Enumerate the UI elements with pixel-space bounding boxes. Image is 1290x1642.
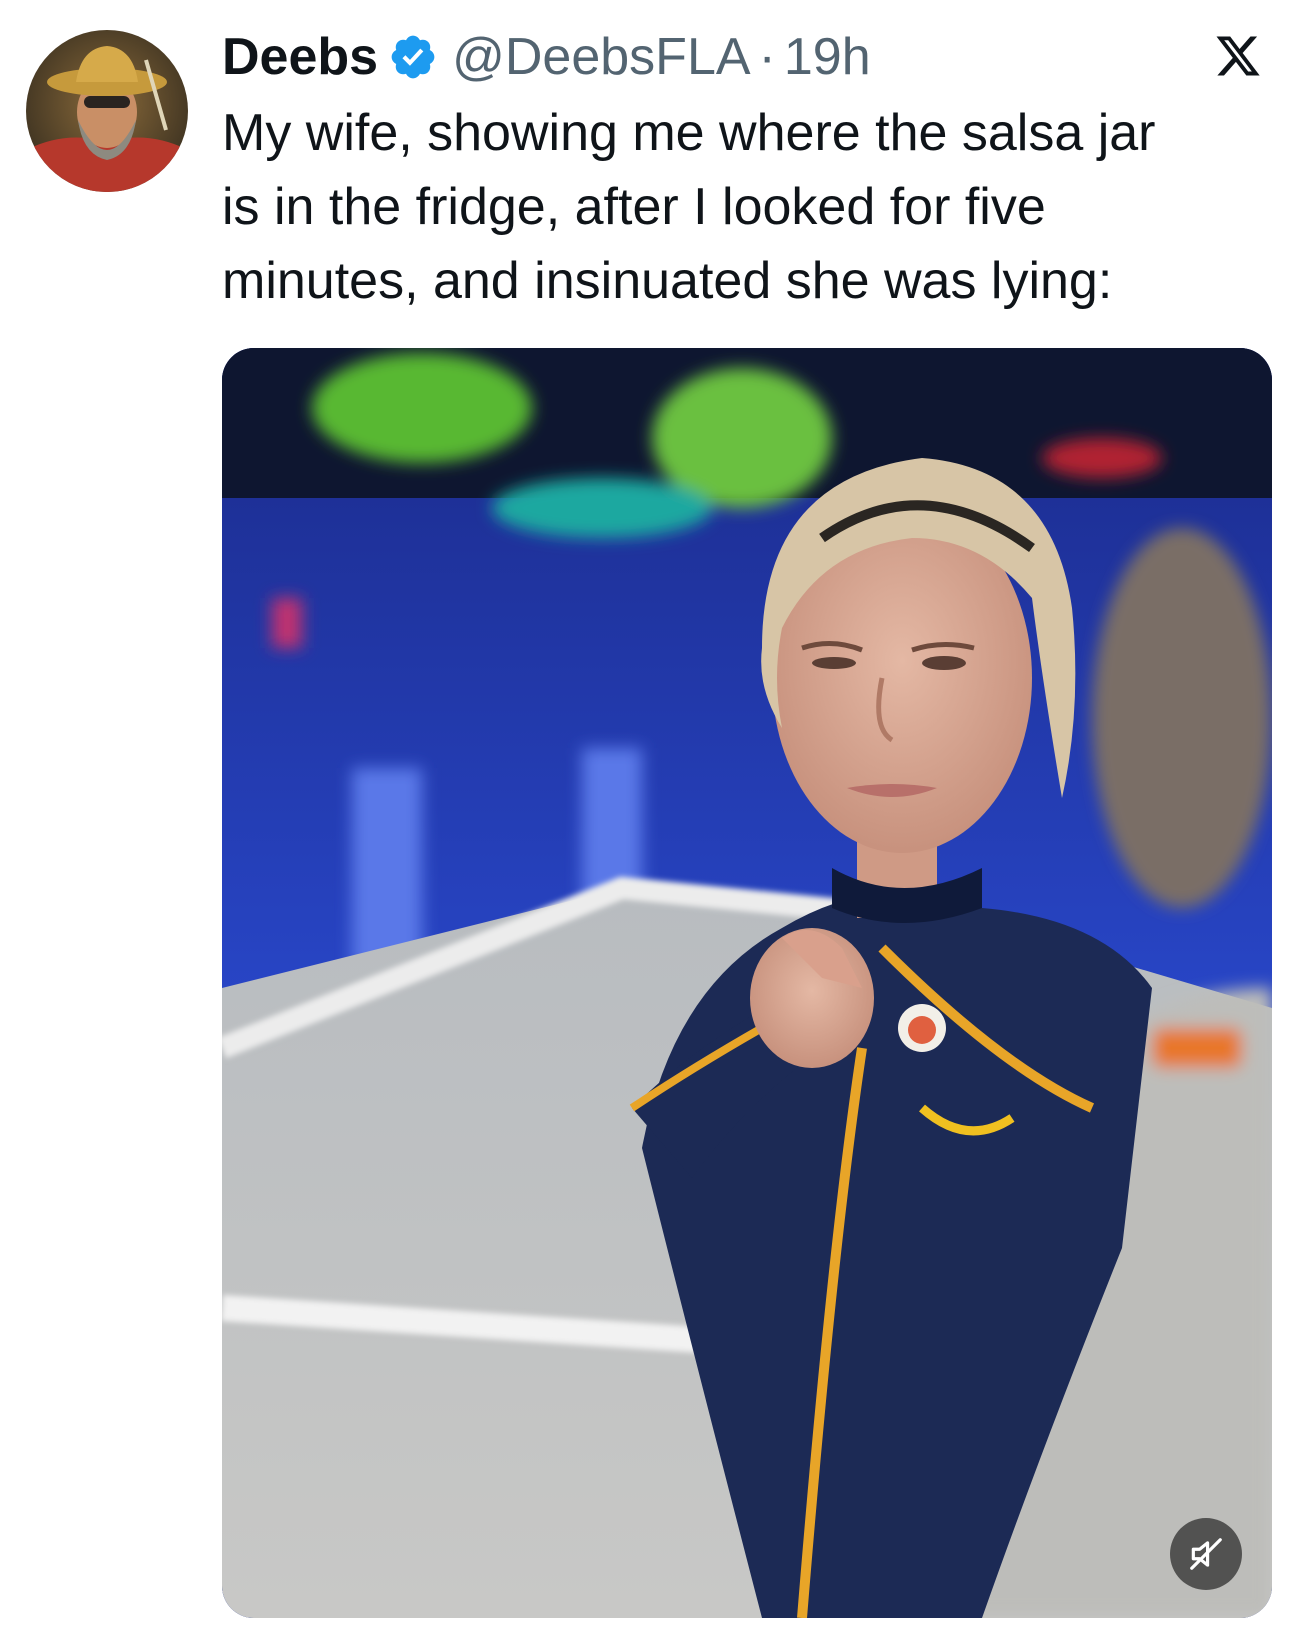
avatar-image bbox=[26, 30, 188, 192]
display-name[interactable]: Deebs bbox=[222, 27, 378, 87]
avatar[interactable] bbox=[26, 30, 188, 192]
verified-badge-icon bbox=[388, 32, 438, 82]
author-handle[interactable]: @DeebsFLA bbox=[452, 27, 750, 87]
tweet-text: My wife, showing me where the salsa jar … bbox=[222, 104, 1156, 310]
timestamp[interactable]: 19h bbox=[784, 27, 871, 87]
mute-toggle-button[interactable] bbox=[1170, 1518, 1242, 1590]
separator-dot: · bbox=[758, 28, 776, 86]
video-frame bbox=[222, 348, 1272, 1618]
video-player[interactable] bbox=[222, 348, 1272, 1618]
muted-speaker-icon bbox=[1190, 1538, 1222, 1570]
tweet-header: Deebs @DeebsFLA · 19h bbox=[222, 24, 871, 90]
x-logo-icon[interactable] bbox=[1214, 32, 1262, 80]
